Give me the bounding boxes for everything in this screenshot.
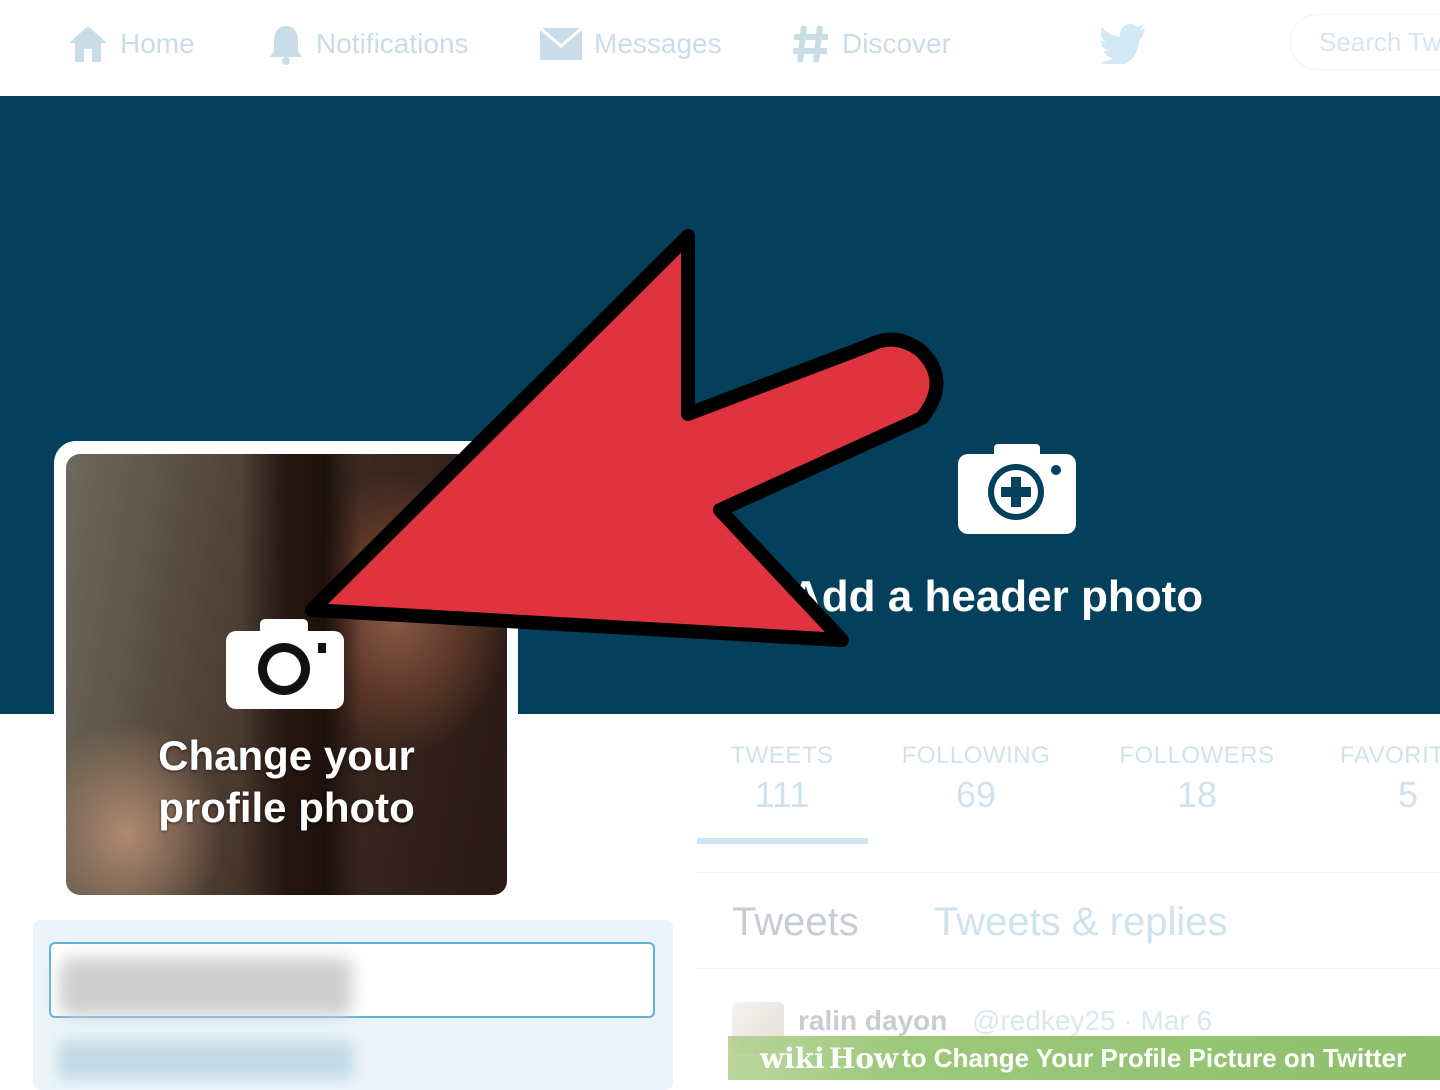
nav-notifications[interactable]: Notifications <box>266 22 469 66</box>
stat-tweets-label: TWEETS <box>730 742 834 769</box>
nav-discover-label: Discover <box>842 28 951 59</box>
tweet-author-name[interactable]: ralin dayon <box>798 1005 947 1037</box>
envelope-icon <box>539 26 583 60</box>
wiki-how-word: How <box>828 1041 899 1075</box>
blurred-handle-text <box>58 1040 354 1080</box>
tab-tweets-replies[interactable]: Tweets & replies <box>934 900 1227 945</box>
stat-tweets[interactable]: TWEETS 111 <box>722 742 842 816</box>
tabs-divider <box>697 968 1440 969</box>
stat-following-label: FOLLOWING <box>901 742 1051 769</box>
camera-icon[interactable] <box>226 617 346 711</box>
blurred-name-text <box>60 958 352 1016</box>
bell-icon <box>270 26 302 65</box>
stat-followers-label: FOLLOWERS <box>1119 742 1275 769</box>
stat-followers-value: 18 <box>1176 774 1218 815</box>
camera-plus-icon[interactable] <box>958 440 1078 536</box>
active-stat-indicator <box>697 838 868 844</box>
stat-following[interactable]: FOLLOWING 69 <box>896 742 1056 816</box>
nav-notifications-label: Notifications <box>316 28 469 59</box>
nav-discover[interactable]: Discover <box>790 22 951 66</box>
wiki-logo: wiki <box>760 1041 825 1075</box>
stat-favorites-value: 5 <box>1398 774 1419 815</box>
search-input[interactable] <box>1290 14 1440 70</box>
change-photo-line2: profile photo <box>158 784 415 831</box>
stat-followers[interactable]: FOLLOWERS 18 <box>1112 742 1282 816</box>
stat-following-value: 69 <box>955 774 997 815</box>
wiki-title: to Change Your Profile Picture on Twitte… <box>902 1042 1407 1073</box>
nav-home[interactable]: Home <box>66 22 195 66</box>
top-navigation: Home Notifications Messages Discover <box>0 0 1440 95</box>
stat-tweets-value: 111 <box>754 774 810 815</box>
stat-favorites-label: FAVORIT <box>1340 742 1440 769</box>
change-profile-photo-label[interactable]: Change your profile photo <box>66 730 507 834</box>
stat-favorites[interactable]: FAVORIT 5 <box>1340 742 1440 816</box>
nav-messages-label: Messages <box>594 28 722 59</box>
twitter-bird-icon[interactable] <box>1100 22 1146 64</box>
home-icon <box>69 26 107 62</box>
nav-home-label: Home <box>120 28 195 59</box>
wikihow-watermark: wiki How to Change Your Profile Picture … <box>728 1036 1440 1080</box>
add-header-photo-label[interactable]: Add a header photo <box>790 572 1203 622</box>
tab-tweets[interactable]: Tweets <box>732 900 859 945</box>
change-photo-line1: Change your <box>158 732 415 779</box>
tweet-meta: @redkey25 · Mar 6 <box>972 1005 1213 1036</box>
hashtag-icon <box>793 25 828 63</box>
nav-messages[interactable]: Messages <box>538 22 722 66</box>
